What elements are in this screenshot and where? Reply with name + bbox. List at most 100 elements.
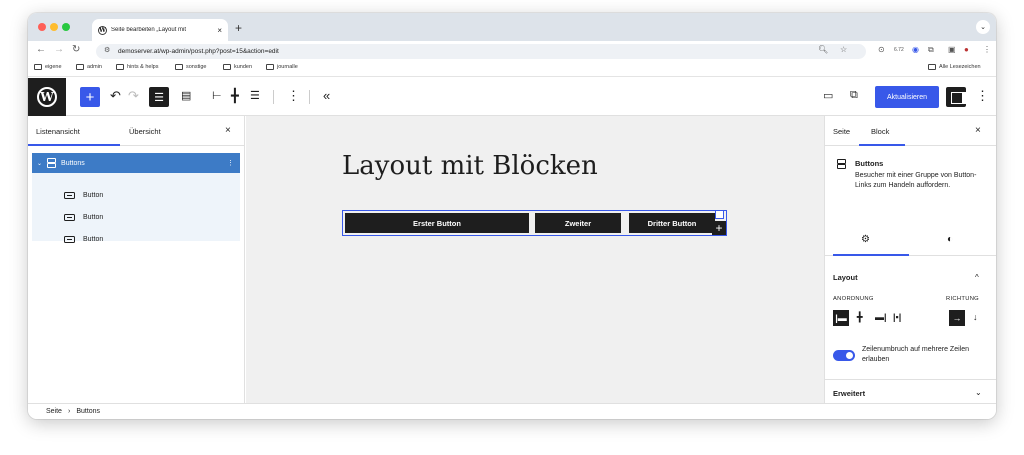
tab-search-icon[interactable]: ⌄ <box>976 20 990 34</box>
tab-page[interactable]: Seite <box>833 127 850 136</box>
browser-tab-strip: W Seite bearbeiten „Layout mit × + ⌄ <box>28 13 996 41</box>
bookmark-label: journalle <box>277 64 298 70</box>
extension-icon[interactable]: ⊙ <box>878 45 885 54</box>
space-between-option[interactable]: |▪| <box>893 312 901 322</box>
justification-label: ANORDNUNG <box>833 296 874 302</box>
list-view-button[interactable]: ☰ <box>149 87 169 107</box>
settings-toggle-button[interactable] <box>946 87 966 107</box>
breadcrumb-current[interactable]: Buttons <box>76 408 100 415</box>
advanced-panel-title[interactable]: Erweitert <box>833 389 865 398</box>
settings-sidebar: Seite Block × Buttons Besucher mit einer… <box>824 116 996 403</box>
tab-list-view[interactable]: Listenansicht <box>36 127 80 136</box>
button-block-icon <box>64 236 75 243</box>
browser-tab[interactable]: W Seite bearbeiten „Layout mit × <box>92 19 228 41</box>
more-options-icon[interactable]: ⋮ <box>287 88 300 104</box>
close-list-view-icon[interactable]: × <box>225 125 231 136</box>
new-tab-button[interactable]: + <box>235 21 242 35</box>
bookmark-folder[interactable]: sonstige <box>175 64 207 70</box>
orientation-horizontal-option[interactable]: → <box>949 310 965 326</box>
bookmark-star-icon[interactable]: ☆ <box>840 45 847 54</box>
forward-icon[interactable]: → <box>54 44 64 55</box>
buttons-block[interactable]: Erster Button Zweiter Dritter Button <box>342 210 727 236</box>
expand-chevron-icon[interactable]: ⌄ <box>37 160 42 167</box>
reload-icon[interactable]: ↻ <box>72 44 80 55</box>
justify-left-icon[interactable]: ⊢ <box>212 89 222 102</box>
resize-handle[interactable] <box>715 210 724 219</box>
device-preview-icon[interactable]: ▭ <box>823 89 833 102</box>
block-description: Besucher mit einer Gruppe von Button-Lin… <box>855 172 977 189</box>
update-button[interactable]: Aktualisieren <box>875 86 939 108</box>
wrap-toggle[interactable] <box>833 350 855 361</box>
undo-icon[interactable]: ↶ <box>110 88 121 104</box>
styles-contrast-icon[interactable]: ◐ <box>947 234 953 245</box>
button-first[interactable]: Erster Button <box>345 213 529 233</box>
button-block-icon <box>64 214 75 221</box>
tab-close-icon[interactable]: × <box>217 26 228 35</box>
maximize-window-button[interactable] <box>62 23 70 31</box>
button-third[interactable]: Dritter Button <box>629 213 715 233</box>
bookmark-label: hints & helps <box>127 64 159 70</box>
active-style-tab-indicator <box>833 254 909 256</box>
browser-menu-icon[interactable]: ⋮ <box>983 45 991 54</box>
all-bookmarks-folder[interactable]: Alle Lesezeichen <box>928 64 981 70</box>
bookmark-folder[interactable]: hints & helps <box>116 64 159 70</box>
breadcrumb-root[interactable]: Seite <box>46 408 62 415</box>
bookmark-folder[interactable]: kunden <box>223 64 252 70</box>
block-breadcrumb: Seite › Buttons <box>28 403 996 419</box>
bookmark-folder[interactable]: eigene <box>34 64 62 70</box>
folder-icon <box>928 64 936 70</box>
side-panel-icon[interactable]: ▣ <box>948 45 956 54</box>
orientation-vertical-option[interactable]: ↓ <box>973 312 978 322</box>
zoom-icon[interactable]: 🔍︎ <box>818 45 828 54</box>
justify-right-option[interactable]: ▬| <box>875 312 887 322</box>
wordpress-favicon-icon: W <box>98 25 107 35</box>
append-block-button[interactable]: + <box>712 221 726 235</box>
redo-icon[interactable]: ↷ <box>128 88 139 104</box>
panel-divider <box>825 379 996 380</box>
list-item-buttons[interactable]: ⌄ Buttons ⋮ <box>32 153 240 173</box>
address-bar[interactable]: ⚙ demoserver.at/wp-admin/post.php?post=1… <box>96 44 866 59</box>
list-item-button[interactable]: Button <box>64 214 103 221</box>
back-icon[interactable]: ← <box>36 44 46 55</box>
folder-icon <box>34 64 42 70</box>
collapse-chevron-icon[interactable]: ^ <box>975 273 979 282</box>
profile-icon[interactable]: ● <box>964 45 969 54</box>
justify-center-icon[interactable]: ╋ <box>231 88 239 104</box>
bookmark-folder[interactable]: journalle <box>266 64 298 70</box>
url-text: demoserver.at/wp-admin/post.php?post=15&… <box>118 48 279 55</box>
button-second[interactable]: Zweiter <box>535 213 621 233</box>
vertical-align-icon[interactable]: ☰ <box>250 89 260 102</box>
site-settings-icon[interactable]: ⚙ <box>104 46 110 54</box>
justify-left-option[interactable]: |▬ <box>833 310 849 326</box>
list-item-label: Button <box>83 214 104 221</box>
block-name: Buttons <box>855 159 884 168</box>
list-children-group <box>32 173 240 241</box>
list-item-options-icon[interactable]: ⋮ <box>227 159 234 167</box>
extension-badge[interactable]: 6.72 <box>894 47 904 53</box>
list-item-button[interactable]: Button <box>64 236 103 243</box>
settings-gear-icon[interactable]: ⚙ <box>861 234 870 245</box>
extension-shield-icon[interactable]: ◉ <box>912 45 919 54</box>
buttons-block-icon[interactable]: ▤ <box>181 89 191 102</box>
tab-block[interactable]: Block <box>871 127 889 136</box>
view-page-icon[interactable]: ⧉ <box>850 89 858 102</box>
close-window-button[interactable] <box>38 23 46 31</box>
layout-panel-title[interactable]: Layout <box>833 273 858 282</box>
block-inserter-button[interactable]: + <box>80 87 100 107</box>
tab-outline[interactable]: Übersicht <box>129 127 161 136</box>
close-settings-icon[interactable]: × <box>975 125 981 136</box>
list-item-button[interactable]: Button <box>64 192 103 199</box>
expand-chevron-icon[interactable]: ⌄ <box>975 388 982 397</box>
wordpress-logo-button[interactable]: W <box>28 78 66 116</box>
extensions-puzzle-icon[interactable]: ⧉ <box>928 45 934 55</box>
minimize-window-button[interactable] <box>50 23 58 31</box>
bookmark-folder[interactable]: admin <box>76 64 102 70</box>
options-menu-icon[interactable]: ⋮ <box>976 88 989 104</box>
justify-center-option[interactable]: ╋ <box>857 312 862 323</box>
folder-icon <box>76 64 84 70</box>
editor-canvas: Layout mit Blöcken Erster Button Zweiter… <box>246 116 824 403</box>
toolbar-divider <box>309 90 310 104</box>
collapse-toolbar-icon[interactable]: « <box>323 88 330 103</box>
settings-tabs: Seite Block × <box>825 116 996 146</box>
page-title[interactable]: Layout mit Blöcken <box>342 151 598 181</box>
